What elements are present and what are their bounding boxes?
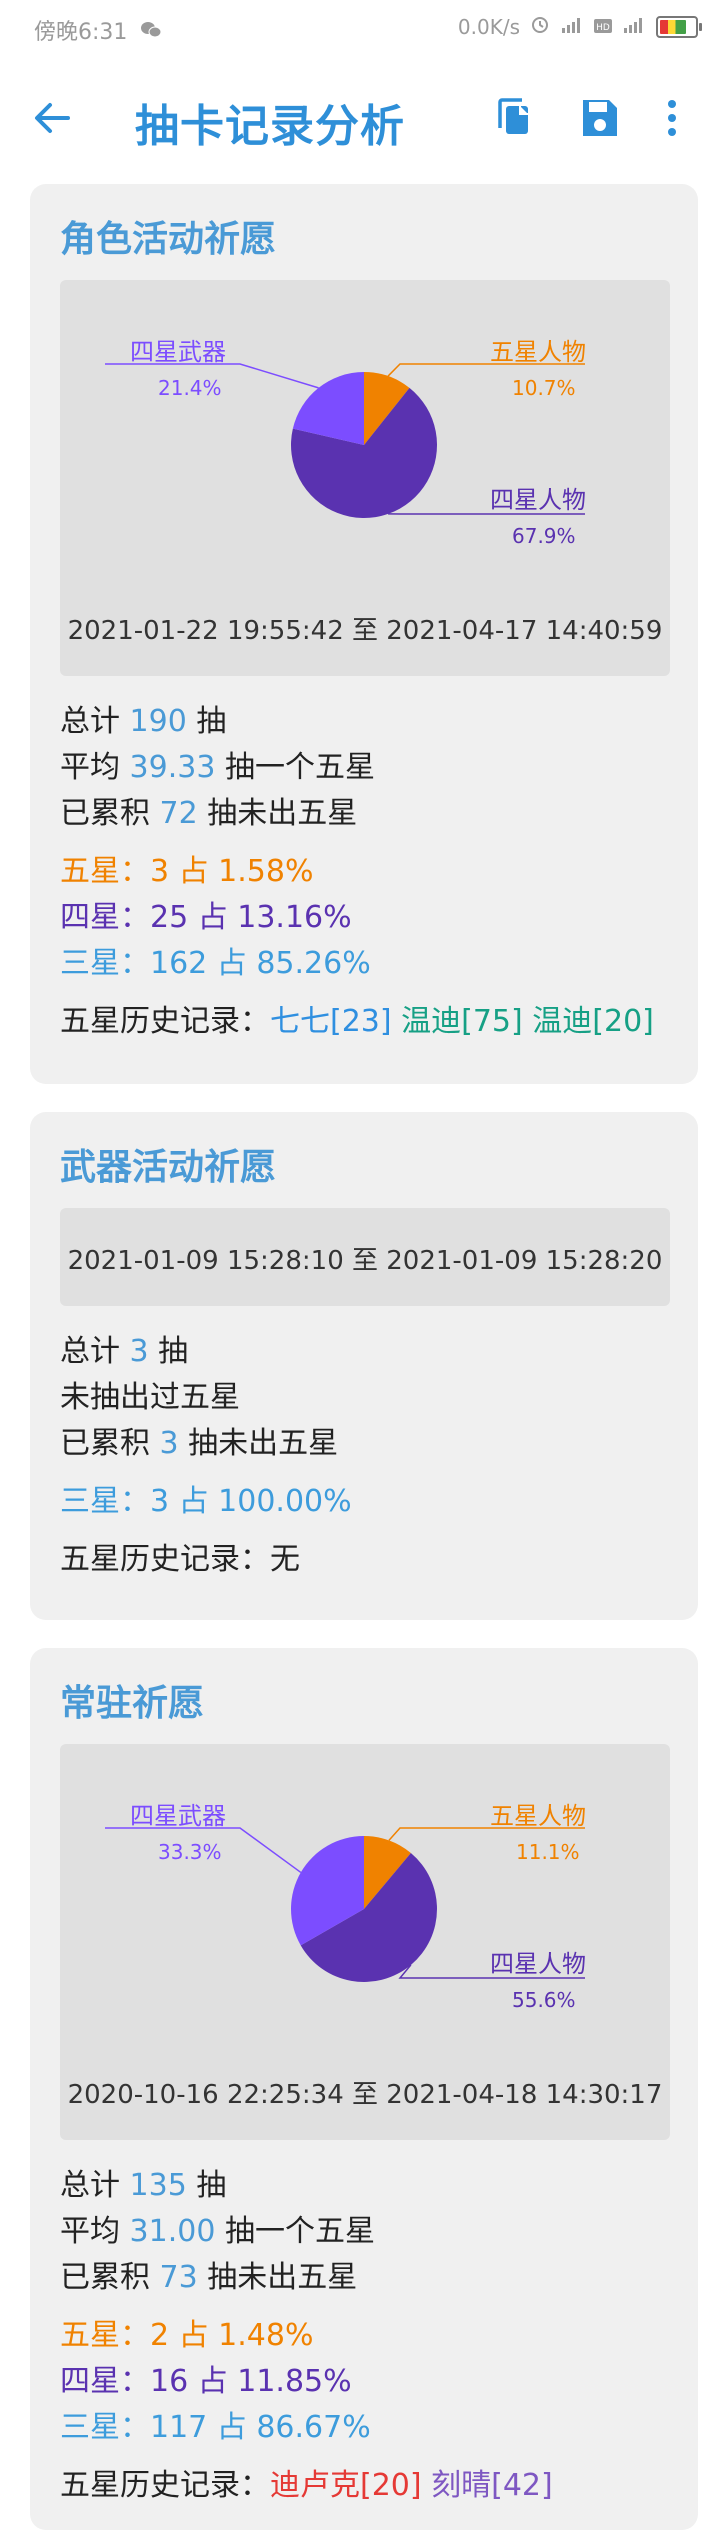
signal-icon bbox=[622, 15, 646, 39]
total-line: 总计 135 抽 bbox=[60, 2168, 227, 2203]
copy-icon[interactable] bbox=[490, 94, 538, 142]
history-item: 七七[23] bbox=[270, 1004, 392, 1039]
battery-icon bbox=[656, 15, 702, 38]
legend-five-star-char: 五星人物 bbox=[490, 338, 586, 366]
three-star-stat: 三星：3 占 100.00% bbox=[60, 1484, 352, 1519]
five-star-history: 五星历史记录：无 bbox=[60, 1542, 300, 1577]
pie-chart bbox=[105, 1827, 585, 1982]
page-title: 抽卡记录分析 bbox=[135, 101, 405, 152]
chart-panel: 五星人物 11.1% 四星人物 55.6% 四星武器 33.3% 2020-10… bbox=[60, 1744, 670, 2140]
status-time-group: 傍晚6:31 bbox=[34, 14, 162, 46]
legend-four-star-weapon: 四星武器 bbox=[130, 338, 226, 366]
card-standard-wish: 常驻祈愿 五星人物 11.1% 四星人物 55.6% 四星武器 33.3% 20… bbox=[30, 1648, 698, 2530]
four-star-stat: 四星：16 占 11.85% bbox=[60, 2364, 352, 2399]
five-star-history: 五星历史记录：迪卢克[20] 刻晴[42] bbox=[60, 2468, 553, 2503]
pct-four-star-weapon: 21.4% bbox=[158, 376, 222, 400]
legend-four-star-char: 四星人物 bbox=[490, 1950, 586, 1978]
five-star-history: 五星历史记录：七七[23] 温迪[75] 温迪[20] bbox=[60, 1004, 654, 1039]
date-range: 2021-01-09 15:28:10 至 2021-01-09 15:28:2… bbox=[67, 1246, 663, 1276]
no-five-star-line: 未抽出过五星 bbox=[60, 1380, 240, 1415]
accumulated-line: 已累积 3 抽未出五星 bbox=[60, 1426, 339, 1461]
legend-four-star-weapon: 四星武器 bbox=[130, 1802, 226, 1830]
status-icons: 0.0K/s HD bbox=[457, 14, 702, 39]
more-vert-icon[interactable] bbox=[656, 94, 704, 142]
total-line: 总计 190 抽 bbox=[60, 704, 227, 739]
card-weapon-wish: 武器活动祈愿 2021-01-09 15:28:10 至 2021-01-09 … bbox=[30, 1112, 698, 1620]
pct-five-star-char: 10.7% bbox=[512, 376, 576, 400]
average-line: 平均 31.00 抽一个五星 bbox=[60, 2214, 375, 2249]
card-character-wish: 角色活动祈愿 五星人物 10.7% 四星人物 67.9% 四星武器 21.4% … bbox=[30, 184, 698, 1084]
network-speed: 0.0K/s bbox=[457, 14, 520, 39]
history-item: 刻晴[42] bbox=[431, 2468, 553, 2503]
status-time: 傍晚6:31 bbox=[34, 20, 128, 45]
legend-four-star-char: 四星人物 bbox=[490, 486, 586, 514]
chart-panel: 五星人物 10.7% 四星人物 67.9% 四星武器 21.4% 2021-01… bbox=[60, 280, 670, 676]
average-line: 平均 39.33 抽一个五星 bbox=[60, 750, 375, 785]
three-star-stat: 三星：117 占 86.67% bbox=[60, 2410, 371, 2445]
date-range: 2020-10-16 22:25:34 至 2021-04-18 14:30:1… bbox=[67, 2080, 663, 2110]
pct-four-star-char: 67.9% bbox=[512, 524, 576, 548]
pct-four-star-weapon: 33.3% bbox=[158, 1840, 222, 1864]
section-title: 常驻祈愿 bbox=[60, 1683, 205, 1724]
back-arrow-icon[interactable] bbox=[28, 94, 76, 142]
wechat-icon bbox=[140, 20, 162, 38]
history-item: 温迪[75] bbox=[401, 1004, 523, 1039]
five-star-stat: 五星：3 占 1.58% bbox=[60, 854, 314, 889]
four-star-stat: 四星：25 占 13.16% bbox=[60, 900, 352, 935]
save-icon[interactable] bbox=[575, 94, 623, 142]
section-title: 角色活动祈愿 bbox=[60, 219, 277, 260]
pct-five-star-char: 11.1% bbox=[516, 1840, 580, 1864]
svg-text:HD: HD bbox=[596, 23, 610, 33]
accumulated-line: 已累积 72 抽未出五星 bbox=[60, 796, 358, 831]
pct-four-star-char: 55.6% bbox=[512, 1988, 576, 2012]
total-line: 总计 3 抽 bbox=[60, 1334, 189, 1369]
legend-five-star-char: 五星人物 bbox=[490, 1802, 586, 1830]
signal-icon bbox=[560, 15, 584, 39]
history-item: 温迪[20] bbox=[532, 1004, 654, 1039]
app-bar: 抽卡记录分析 bbox=[0, 64, 720, 174]
date-panel: 2021-01-09 15:28:10 至 2021-01-09 15:28:2… bbox=[60, 1208, 670, 1306]
history-item: 迪卢克[20] bbox=[270, 2468, 422, 2503]
hd-icon: HD bbox=[594, 15, 612, 39]
status-bar: 傍晚6:31 0.0K/s HD bbox=[0, 0, 720, 64]
section-title: 武器活动祈愿 bbox=[60, 1147, 277, 1188]
alarm-icon bbox=[530, 14, 550, 39]
accumulated-line: 已累积 73 抽未出五星 bbox=[60, 2260, 358, 2295]
three-star-stat: 三星：162 占 85.26% bbox=[60, 946, 371, 981]
five-star-stat: 五星：2 占 1.48% bbox=[60, 2318, 314, 2353]
date-range: 2021-01-22 19:55:42 至 2021-04-17 14:40:5… bbox=[67, 616, 663, 646]
pie-chart bbox=[105, 363, 585, 518]
